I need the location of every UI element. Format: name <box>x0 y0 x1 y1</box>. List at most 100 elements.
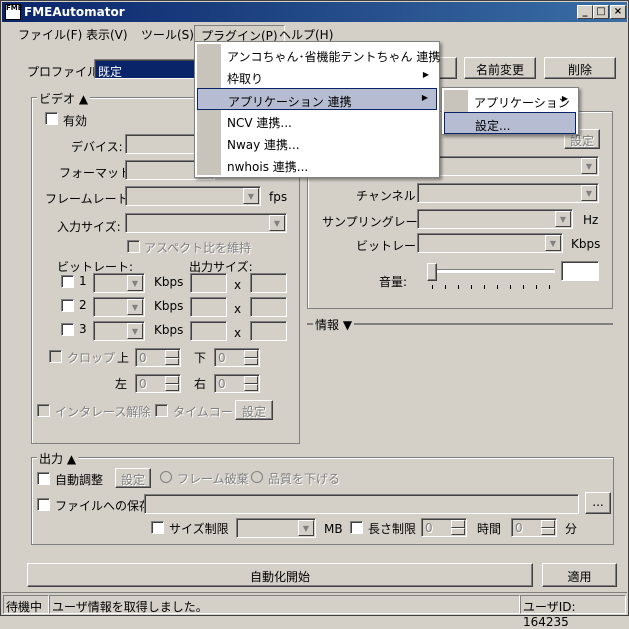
aspect-label: アスペクト比を維持 <box>144 241 252 255</box>
app-link-submenu: アプリケーション ▶ 設定... <box>441 87 579 135</box>
output-width-3[interactable] <box>190 321 227 341</box>
bitrate-select-3[interactable]: ▼ <box>93 321 145 341</box>
crop-top-value: 0 <box>139 351 147 365</box>
video-enable-label: 有効 <box>63 114 88 128</box>
menu-view[interactable]: 表示(V) <box>80 25 134 42</box>
hz-label: Hz <box>583 213 599 227</box>
volume-slider-thumb[interactable] <box>427 263 437 281</box>
plugin-menu: アンコちゃん･省機能テントちゃん 連携 枠取り ▶ アプリケーション 連携 ▶ NC… <box>194 41 440 178</box>
bitrate-select-2[interactable]: ▼ <box>93 297 145 317</box>
chevron-down-icon: ▼ <box>298 520 314 536</box>
output-width-1[interactable] <box>190 273 227 293</box>
save-file-checkbox[interactable] <box>37 498 50 511</box>
auto-adjust-checkbox[interactable] <box>37 472 50 485</box>
length-minutes-spinner[interactable]: 0 <box>511 518 557 537</box>
crop-checkbox[interactable] <box>49 350 62 363</box>
size-limit-checkbox[interactable] <box>151 521 164 534</box>
bitrate-select-1[interactable]: ▼ <box>93 273 145 293</box>
app-icon: FME <box>5 4 23 20</box>
crop-bottom-value: 0 <box>218 351 226 365</box>
channel-label: チャンネル: <box>356 189 420 203</box>
minutes-label: 分 <box>565 522 578 536</box>
volume-value-field[interactable] <box>561 261 599 281</box>
submenu-arrow-icon: ▶ <box>421 93 428 102</box>
input-size-select[interactable]: ▼ <box>125 213 287 233</box>
browse-button[interactable]: ... <box>585 492 611 514</box>
submenu-item-application[interactable]: アプリケーション ▶ <box>444 90 576 112</box>
video-header[interactable]: ビデオ ▲ <box>37 90 91 107</box>
status-state: 待機中 <box>3 595 49 614</box>
lower-quality-radio[interactable] <box>251 471 263 483</box>
output-width-2[interactable] <box>190 297 227 317</box>
output-header[interactable]: 出力 ▲ <box>37 450 79 467</box>
submenu-arrow-icon: ▶ <box>561 94 568 103</box>
channel-select[interactable]: ▼ <box>417 183 599 203</box>
audio-format-select[interactable]: ▼ <box>417 156 599 176</box>
close-icon[interactable]: × <box>610 5 626 19</box>
length-limit-checkbox[interactable] <box>350 521 363 534</box>
rename-button[interactable]: 名前変更 <box>464 57 536 79</box>
menu-help[interactable]: ヘルプ(H) <box>273 25 339 42</box>
crop-left-label: 左 <box>115 377 128 391</box>
timecode-checkbox[interactable] <box>155 404 168 417</box>
menu-tools[interactable]: ツール(S) <box>135 25 200 42</box>
title-bar: FME FMEAutomator _ □ × <box>2 2 627 22</box>
chevron-down-icon: ▼ <box>581 185 597 201</box>
output-height-1[interactable] <box>250 273 287 293</box>
menu-file[interactable]: ファイル(F) <box>12 25 88 42</box>
crop-bottom-spinner[interactable]: 0 <box>214 348 260 367</box>
audio-kbps-label: Kbps <box>571 237 601 251</box>
profile-select[interactable]: 既定 <box>94 59 204 79</box>
menu-plugin[interactable]: プラグイン(P) <box>194 25 285 43</box>
bitrate-checkbox-3[interactable] <box>61 323 74 336</box>
delete-button[interactable]: 削除 <box>544 57 616 79</box>
profile-value: 既定 <box>98 65 123 79</box>
save-file-path[interactable] <box>144 494 579 514</box>
video-enable-checkbox[interactable] <box>45 112 58 125</box>
device-label: デバイス: <box>71 140 123 154</box>
fps-label: fps <box>269 190 288 204</box>
bitrate-row-label-3: 3 <box>79 322 87 336</box>
apply-button[interactable]: 適用 <box>542 563 617 587</box>
chevron-down-icon: ▼ <box>127 275 143 291</box>
menu-item-nway[interactable]: Nway 連携... <box>197 132 437 154</box>
length-minutes-value: 0 <box>515 521 523 535</box>
info-header[interactable]: 情報 ▼ <box>313 316 355 333</box>
timecode-label: タイムコード <box>173 405 245 419</box>
crop-right-label: 右 <box>194 377 207 391</box>
maximize-icon[interactable]: □ <box>593 5 609 19</box>
timecode-settings-button[interactable]: 設定 <box>235 400 273 420</box>
menu-item-ncv[interactable]: NCV 連携... <box>197 110 437 132</box>
crop-top-spinner[interactable]: 0 <box>135 348 181 367</box>
minimize-icon[interactable]: _ <box>577 5 593 19</box>
crop-right-value: 0 <box>218 377 226 391</box>
output-height-3[interactable] <box>250 321 287 341</box>
sampling-select[interactable]: ▼ <box>417 209 573 229</box>
length-hours-spinner[interactable]: 0 <box>421 518 467 537</box>
crop-right-spinner[interactable]: 0 <box>214 374 260 393</box>
menu-item-anko-label: アンコちゃん･省機能テントちゃん 連携 <box>227 50 441 64</box>
menu-item-anko[interactable]: アンコちゃん･省機能テントちゃん 連携 <box>197 44 441 66</box>
length-hours-value: 0 <box>425 521 433 535</box>
menu-item-frame[interactable]: 枠取り ▶ <box>197 66 437 88</box>
crop-left-spinner[interactable]: 0 <box>135 374 181 393</box>
status-message: ユーザ情報を取得しました。 <box>49 595 520 614</box>
submenu-item-settings-label: 設定... <box>475 119 511 133</box>
deinterlace-checkbox[interactable] <box>37 404 50 417</box>
bitrate-checkbox-2[interactable] <box>61 299 74 312</box>
start-automation-button[interactable]: 自動化開始 <box>27 563 533 587</box>
size-limit-select[interactable]: ▼ <box>236 518 316 538</box>
bitrate-row-label-2: 2 <box>79 298 87 312</box>
drop-frames-radio[interactable] <box>160 471 172 483</box>
bitrate-checkbox-1[interactable] <box>61 275 74 288</box>
framerate-select[interactable]: ▼ <box>125 186 261 206</box>
aspect-checkbox[interactable] <box>127 240 140 253</box>
output-height-2[interactable] <box>250 297 287 317</box>
menu-item-nwhois[interactable]: nwhois 連携... <box>197 154 437 176</box>
menu-item-app-link[interactable]: アプリケーション 連携 ▶ <box>197 88 437 110</box>
chevron-down-icon: ▼ <box>127 299 143 315</box>
audio-bitrate-select[interactable]: ▼ <box>417 233 563 253</box>
crop-top-label: 上 <box>117 351 130 365</box>
submenu-item-settings[interactable]: 設定... <box>444 112 576 134</box>
auto-adjust-settings-button[interactable]: 設定 <box>115 468 151 488</box>
